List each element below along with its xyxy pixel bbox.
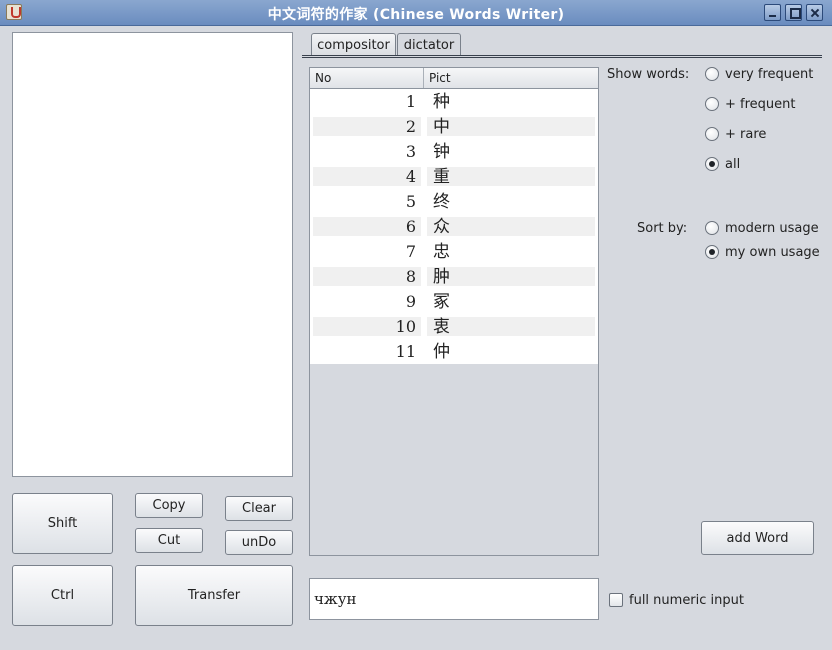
undo-button[interactable]: unDo bbox=[225, 530, 293, 555]
row-number: 9 bbox=[405, 292, 416, 311]
table-header: No Pict bbox=[310, 68, 598, 89]
tab-dictator[interactable]: dictator bbox=[397, 33, 461, 56]
title-bar: 中文词符的作家 (Chinese Words Writer) bbox=[0, 0, 832, 26]
table-row[interactable]: 9冢 bbox=[310, 289, 598, 314]
words-table[interactable]: No Pict 1种 2中 3钟 4重 5终 6众 7忠 8肿 9冢 10 衷 1… bbox=[309, 67, 599, 556]
radio-off-icon bbox=[705, 127, 719, 141]
row-character: 仲 bbox=[433, 342, 450, 362]
tab-divider bbox=[302, 55, 822, 58]
row-number: 5 bbox=[405, 192, 416, 211]
row-number: 10 bbox=[395, 317, 416, 336]
pinyin-input[interactable]: чжун bbox=[309, 578, 599, 620]
radio-off-icon bbox=[705, 97, 719, 111]
column-header-pict[interactable]: Pict bbox=[424, 68, 598, 88]
table-row[interactable]: 10 衷 bbox=[310, 314, 598, 339]
row-character: 重 bbox=[433, 167, 450, 187]
shift-button[interactable]: Shift bbox=[12, 493, 113, 554]
row-character: 肿 bbox=[433, 267, 450, 287]
row-number: 3 bbox=[405, 142, 416, 161]
row-character: 众 bbox=[433, 217, 450, 237]
row-number: 8 bbox=[405, 267, 416, 286]
row-number: 2 bbox=[405, 117, 416, 136]
column-header-no[interactable]: No bbox=[310, 68, 424, 88]
radio-modern-usage[interactable]: modern usage bbox=[705, 219, 819, 237]
transfer-button[interactable]: Transfer bbox=[135, 565, 293, 626]
sort-by-label: Sort by: bbox=[637, 221, 688, 236]
tab-compositor[interactable]: compositor bbox=[311, 33, 396, 56]
radio-very-frequent[interactable]: very frequent bbox=[705, 65, 813, 83]
radio-my-own-usage[interactable]: my own usage bbox=[705, 243, 820, 261]
table-row[interactable]: 6众 bbox=[310, 214, 598, 239]
row-number: 6 bbox=[405, 217, 416, 236]
full-numeric-checkbox[interactable]: full numeric input bbox=[609, 592, 744, 608]
table-row[interactable]: 3钟 bbox=[310, 139, 598, 164]
radio-off-icon bbox=[705, 221, 719, 235]
show-words-label: Show words: bbox=[607, 67, 690, 82]
table-row[interactable]: 7忠 bbox=[310, 239, 598, 264]
full-numeric-label: full numeric input bbox=[629, 592, 744, 608]
row-character: 衷 bbox=[433, 317, 450, 337]
row-character: 中 bbox=[433, 117, 450, 137]
maximize-icon[interactable] bbox=[785, 4, 802, 21]
radio-on-icon bbox=[705, 245, 719, 259]
table-row[interactable]: 5终 bbox=[310, 189, 598, 214]
table-row[interactable]: 4重 bbox=[310, 164, 598, 189]
ctrl-button[interactable]: Ctrl bbox=[12, 565, 113, 626]
radio-on-icon bbox=[705, 157, 719, 171]
row-number: 11 bbox=[395, 342, 416, 361]
checkbox-icon bbox=[609, 593, 623, 607]
row-character: 钟 bbox=[433, 142, 450, 162]
table-row[interactable]: 11 仲 bbox=[310, 339, 598, 364]
table-row[interactable]: 2中 bbox=[310, 114, 598, 139]
row-number: 7 bbox=[405, 242, 416, 261]
copy-button[interactable]: Copy bbox=[135, 493, 203, 518]
row-character: 种 bbox=[433, 92, 450, 112]
close-icon[interactable] bbox=[806, 4, 823, 21]
minimize-icon[interactable] bbox=[764, 4, 781, 21]
add-word-button[interactable]: add Word bbox=[701, 521, 814, 555]
row-character: 终 bbox=[433, 192, 450, 212]
table-row[interactable]: 8肿 bbox=[310, 264, 598, 289]
radio-frequent[interactable]: + frequent bbox=[705, 95, 795, 113]
composition-text-area[interactable] bbox=[12, 32, 293, 477]
table-row[interactable]: 1种 bbox=[310, 89, 598, 114]
radio-rare[interactable]: + rare bbox=[705, 125, 766, 143]
window-title: 中文词符的作家 (Chinese Words Writer) bbox=[267, 7, 565, 23]
cut-button[interactable]: Cut bbox=[135, 528, 203, 553]
row-character: 忠 bbox=[433, 242, 450, 262]
row-number: 4 bbox=[405, 167, 416, 186]
clear-button[interactable]: Clear bbox=[225, 496, 293, 521]
row-number: 1 bbox=[405, 92, 416, 111]
row-character: 冢 bbox=[433, 292, 450, 312]
radio-all[interactable]: all bbox=[705, 155, 740, 173]
radio-off-icon bbox=[705, 67, 719, 81]
table-body: 1种 2中 3钟 4重 5终 6众 7忠 8肿 9冢 10 衷 11 仲 bbox=[310, 89, 598, 364]
